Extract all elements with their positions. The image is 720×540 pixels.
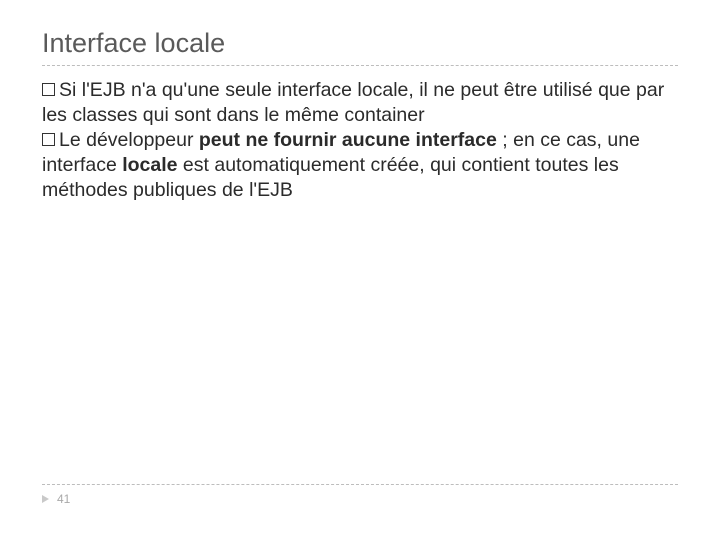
page-number: 41 [57,492,70,506]
square-bullet-icon [42,133,55,146]
bullet-text: Si l'EJB n'a qu'une seule interface loca… [42,79,664,126]
slide-body: Si l'EJB n'a qu'une seule interface loca… [42,78,678,203]
bullet-item: Si l'EJB n'a qu'une seule interface loca… [42,78,678,128]
slide-footer: 41 [42,484,678,506]
bullet-text-bold: peut ne fournir aucune interface [199,129,497,151]
square-bullet-icon [42,83,55,96]
bullet-text-bold: locale [122,154,177,176]
slide-title: Interface locale [42,28,678,66]
bullet-text: Le développeur [59,129,199,151]
bullet-item: Le développeur peut ne fournir aucune in… [42,128,678,203]
arrow-right-icon [42,495,49,503]
